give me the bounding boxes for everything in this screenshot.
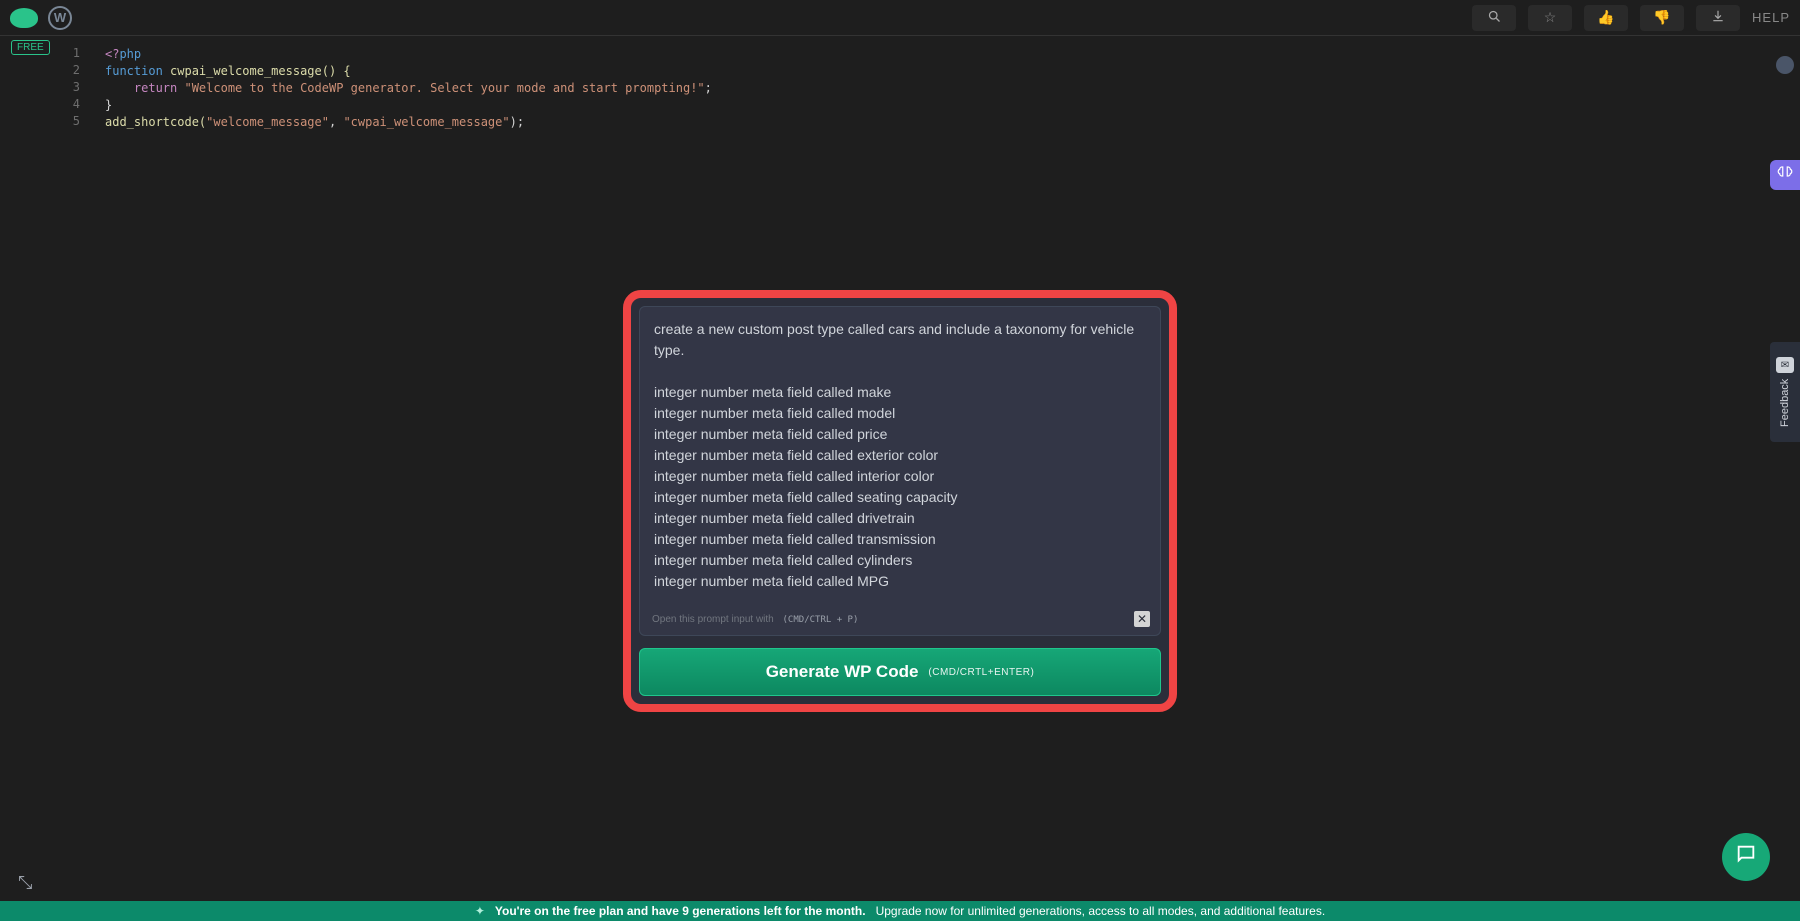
thumbs-up-button[interactable]: 👍 [1584,5,1628,31]
chat-fab[interactable] [1722,833,1770,881]
feedback-tab[interactable]: Feedback ✉ [1770,342,1800,442]
help-button[interactable]: HELP [1752,10,1790,25]
close-prompt-button[interactable]: ✕ [1134,611,1150,627]
plan-badge: FREE [11,40,50,55]
feedback-label: Feedback [1779,379,1791,427]
top-toolbar: W ☆ 👍 👎 HELP [0,0,1800,36]
expand-arrows-icon: ⤢ [16,875,36,889]
prompt-textarea[interactable]: create a new custom post type called car… [654,319,1146,599]
prompt-hint: Open this prompt input with (CMD/CTRL + … [652,614,858,625]
chat-icon [1735,843,1757,871]
generate-shortcut: (CMD/CRTL+ENTER) [928,667,1034,678]
thumbs-down-icon: 👎 [1653,9,1670,26]
generate-button-label: Generate WP Code [766,662,919,682]
line-gutter: 1 2 3 4 5 [50,46,90,131]
wordpress-icon[interactable]: W [48,6,72,30]
close-icon: ✕ [1137,612,1147,626]
upgrade-banner[interactable]: ✦ You're on the free plan and have 9 gen… [0,901,1800,921]
sparkle-icon: ✦ [475,904,485,918]
thumbs-up-icon: 👍 [1597,9,1614,26]
search-icon [1487,9,1502,27]
download-button[interactable] [1696,5,1740,31]
expand-button[interactable]: ⤢ [15,875,36,889]
feedback-envelope-icon: ✉ [1776,357,1794,373]
app-logo-icon [10,8,38,28]
prompt-panel: create a new custom post type called car… [623,290,1177,712]
favorite-button[interactable]: ☆ [1528,5,1572,31]
generate-button[interactable]: Generate WP Code (CMD/CRTL+ENTER) [639,648,1161,696]
code-content[interactable]: <?php function cwpai_welcome_message() {… [105,46,1790,131]
prompt-input-wrapper: create a new custom post type called car… [639,306,1161,636]
thumbs-down-button[interactable]: 👎 [1640,5,1684,31]
banner-rest-text: Upgrade now for unlimited generations, a… [876,904,1326,918]
star-icon: ☆ [1544,9,1557,26]
search-button[interactable] [1472,5,1516,31]
brain-icon [1776,164,1794,187]
banner-bold-text: You're on the free plan and have 9 gener… [495,904,866,918]
ai-side-tab[interactable] [1770,160,1800,190]
user-avatar[interactable] [1776,56,1794,74]
download-icon [1711,9,1725,26]
